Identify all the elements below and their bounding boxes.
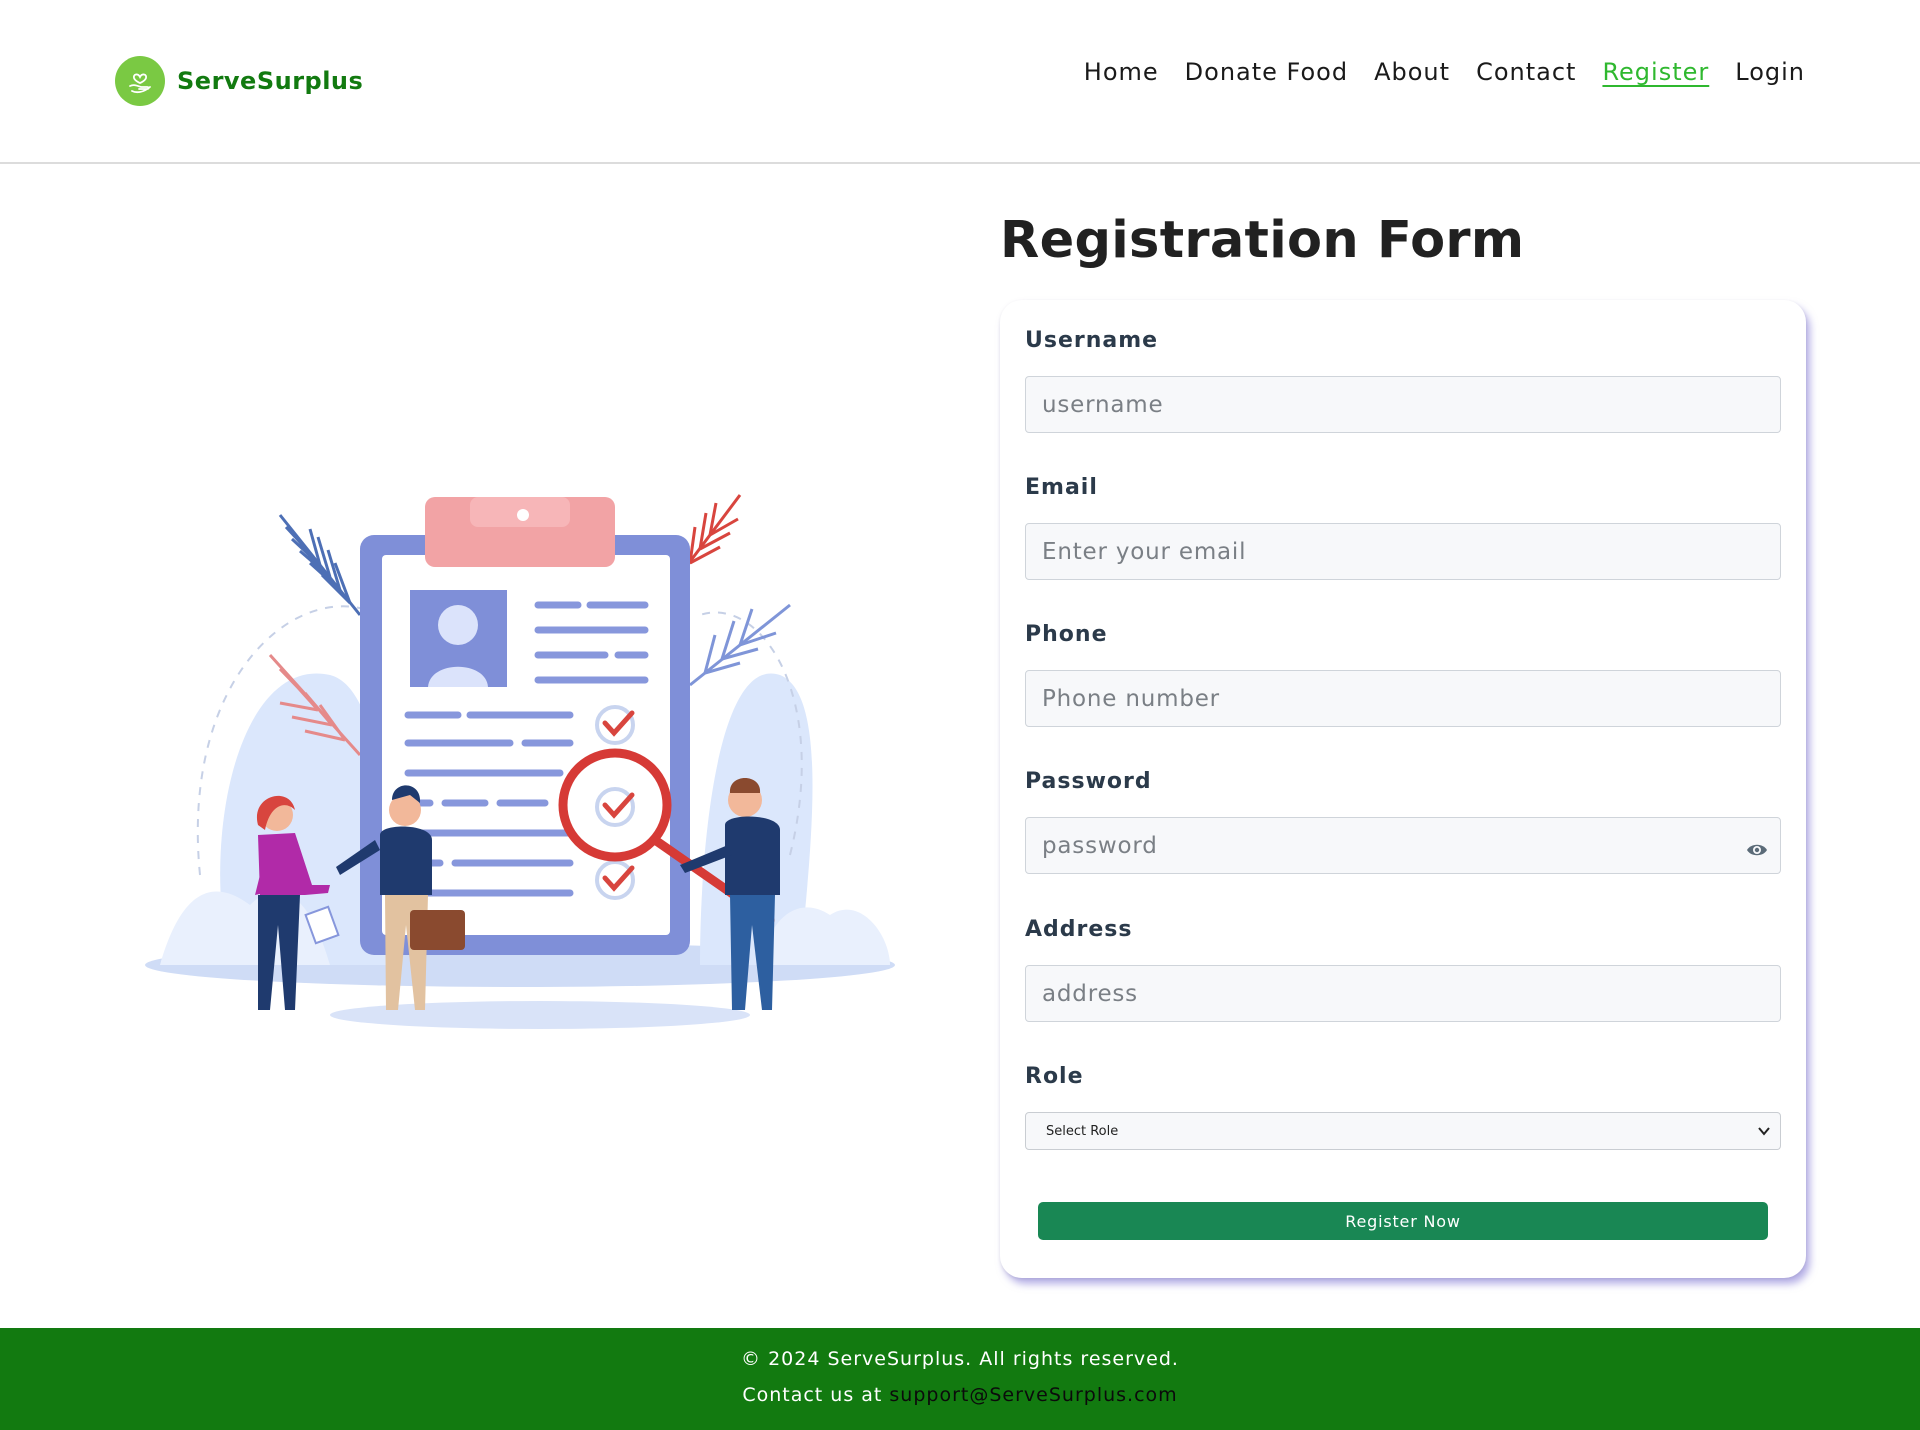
password-input[interactable]: password	[1025, 817, 1781, 874]
chevron-down-icon	[1758, 1125, 1770, 1140]
address-label: Address	[1025, 917, 1133, 942]
brand-logo[interactable]: ServeSurplus	[115, 56, 363, 106]
copyright-text: © 2024 ServeSurplus. All rights reserved…	[741, 1348, 1179, 1370]
phone-input[interactable]: Phone number	[1025, 670, 1781, 727]
site-footer: © 2024 ServeSurplus. All rights reserved…	[0, 1328, 1920, 1430]
registration-card: Username username Email Enter your email…	[1000, 300, 1806, 1278]
phone-group: Phone Phone number	[1025, 622, 1781, 727]
username-placeholder: username	[1042, 391, 1164, 418]
password-placeholder: password	[1042, 832, 1158, 859]
email-group: Email Enter your email	[1025, 475, 1781, 580]
nav-contact[interactable]: Contact	[1476, 58, 1576, 86]
role-selected-value: Select Role	[1046, 1123, 1119, 1139]
main-nav: Home Donate Food About Contact Register …	[1084, 58, 1805, 86]
page-title: Registration Form	[1000, 211, 1525, 270]
site-header: ServeSurplus Home Donate Food About Cont…	[0, 0, 1920, 164]
email-label: Email	[1025, 475, 1098, 500]
nav-about[interactable]: About	[1374, 58, 1450, 86]
contact-email-link[interactable]: support@ServeSurplus.com	[889, 1384, 1177, 1406]
register-now-button[interactable]: Register Now	[1038, 1202, 1768, 1240]
password-label: Password	[1025, 769, 1152, 794]
address-input[interactable]: address	[1025, 965, 1781, 1022]
phone-label: Phone	[1025, 622, 1108, 647]
nav-register[interactable]: Register	[1602, 58, 1709, 86]
contact-prefix: Contact us at	[742, 1384, 883, 1406]
email-input[interactable]: Enter your email	[1025, 523, 1781, 580]
password-group: Password password	[1025, 769, 1781, 874]
heart-in-hand-icon	[115, 56, 165, 106]
nav-home[interactable]: Home	[1084, 58, 1159, 86]
username-input[interactable]: username	[1025, 376, 1781, 433]
brand-name: ServeSurplus	[177, 67, 364, 95]
role-label: Role	[1025, 1064, 1084, 1089]
eye-icon[interactable]	[1746, 838, 1768, 864]
role-select[interactable]: Select Role	[1025, 1112, 1781, 1150]
username-group: Username username	[1025, 328, 1781, 433]
phone-placeholder: Phone number	[1042, 685, 1220, 712]
email-placeholder: Enter your email	[1042, 538, 1247, 565]
nav-donate-food[interactable]: Donate Food	[1185, 58, 1348, 86]
registration-illustration	[145, 494, 895, 1029]
role-group: Role Select Role	[1025, 1064, 1781, 1150]
address-placeholder: address	[1042, 980, 1138, 1007]
nav-login[interactable]: Login	[1735, 58, 1805, 86]
username-label: Username	[1025, 328, 1159, 353]
address-group: Address address	[1025, 917, 1781, 1022]
contact-line: Contact us at support@ServeSurplus.com	[0, 1384, 1920, 1406]
